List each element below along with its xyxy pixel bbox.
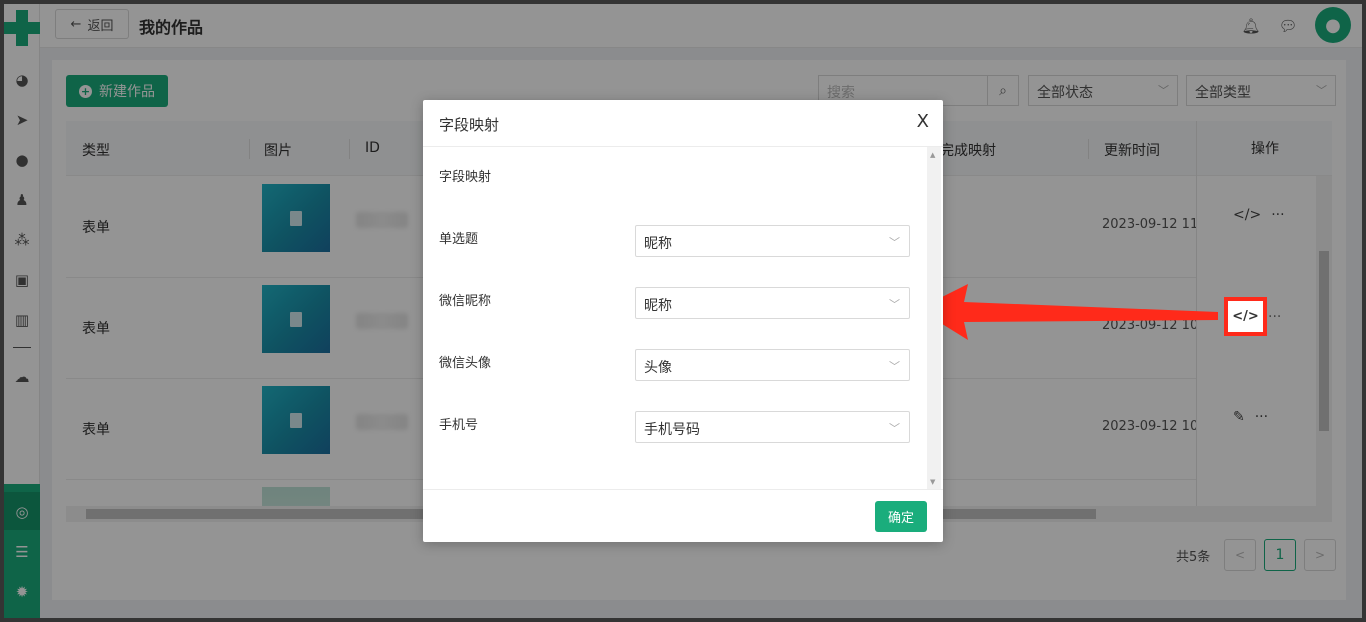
modal-scrollbar[interactable]: ▲ ▼ (927, 147, 941, 490)
field-label: 手机号 (439, 418, 479, 433)
field-mapping-select[interactable]: 昵称 ﹀ (635, 287, 910, 319)
select-value: 手机号码 (644, 422, 700, 438)
red-arrow-shape (918, 284, 1218, 340)
scroll-down-icon[interactable]: ▼ (930, 478, 935, 486)
chevron-down-icon: ﹀ (889, 360, 900, 373)
field-mapping-modal: 字段映射 X 字段映射 单选题 昵称 ﹀ 微信昵称 昵称 ﹀ 微信头像 头像 ﹀… (423, 100, 943, 542)
select-value: 昵称 (644, 298, 672, 314)
modal-footer: 确定 (423, 489, 943, 542)
confirm-button[interactable]: 确定 (875, 501, 927, 532)
scroll-up-icon[interactable]: ▲ (930, 151, 935, 159)
field-mapping-select[interactable]: 头像 ﹀ (635, 349, 910, 381)
section-label: 字段映射 (439, 170, 492, 185)
field-label: 单选题 (439, 232, 479, 247)
field-label: 微信昵称 (439, 294, 492, 309)
select-value: 头像 (644, 360, 672, 376)
field-mapping-select[interactable]: 手机号码 ﹀ (635, 411, 910, 443)
chevron-down-icon: ﹀ (889, 422, 900, 435)
chevron-down-icon: ﹀ (889, 298, 900, 311)
modal-title: 字段映射 (439, 116, 500, 134)
modal-header: 字段映射 X (423, 100, 943, 147)
select-value: 昵称 (644, 236, 672, 252)
close-icon[interactable]: X (917, 112, 929, 132)
chevron-down-icon: ﹀ (889, 236, 900, 249)
field-label: 微信头像 (439, 356, 492, 371)
field-mapping-select[interactable]: 昵称 ﹀ (635, 225, 910, 257)
modal-body: 字段映射 单选题 昵称 ﹀ 微信昵称 昵称 ﹀ 微信头像 头像 ﹀ 手机号 手机… (423, 147, 943, 490)
